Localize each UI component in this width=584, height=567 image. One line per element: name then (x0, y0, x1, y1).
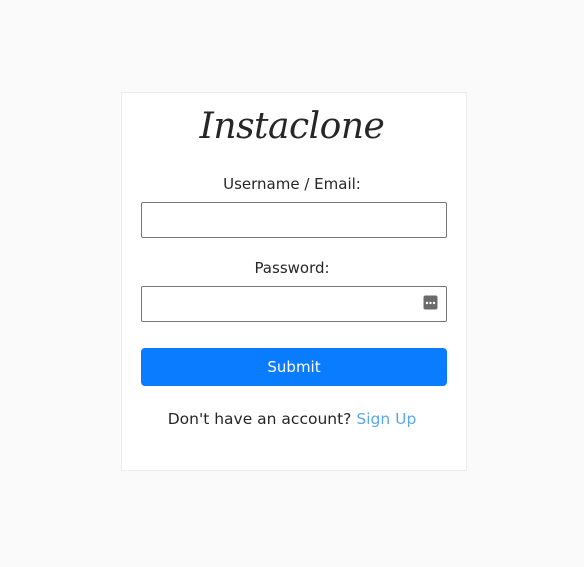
username-field-box (141, 202, 447, 238)
signup-link[interactable]: Sign Up (356, 410, 416, 428)
submit-button[interactable]: Submit (141, 348, 447, 386)
signup-row: Don't have an account? Sign Up (0, 409, 584, 429)
signup-prompt: Don't have an account? (167, 410, 352, 428)
username-label: Username / Email: (223, 175, 361, 193)
username-input[interactable] (142, 203, 446, 237)
app-logo: Instaclone (199, 106, 385, 147)
password-field-box (141, 286, 447, 322)
password-key-icon[interactable] (423, 295, 438, 310)
password-label: Password: (254, 259, 330, 277)
password-input[interactable] (142, 287, 446, 321)
